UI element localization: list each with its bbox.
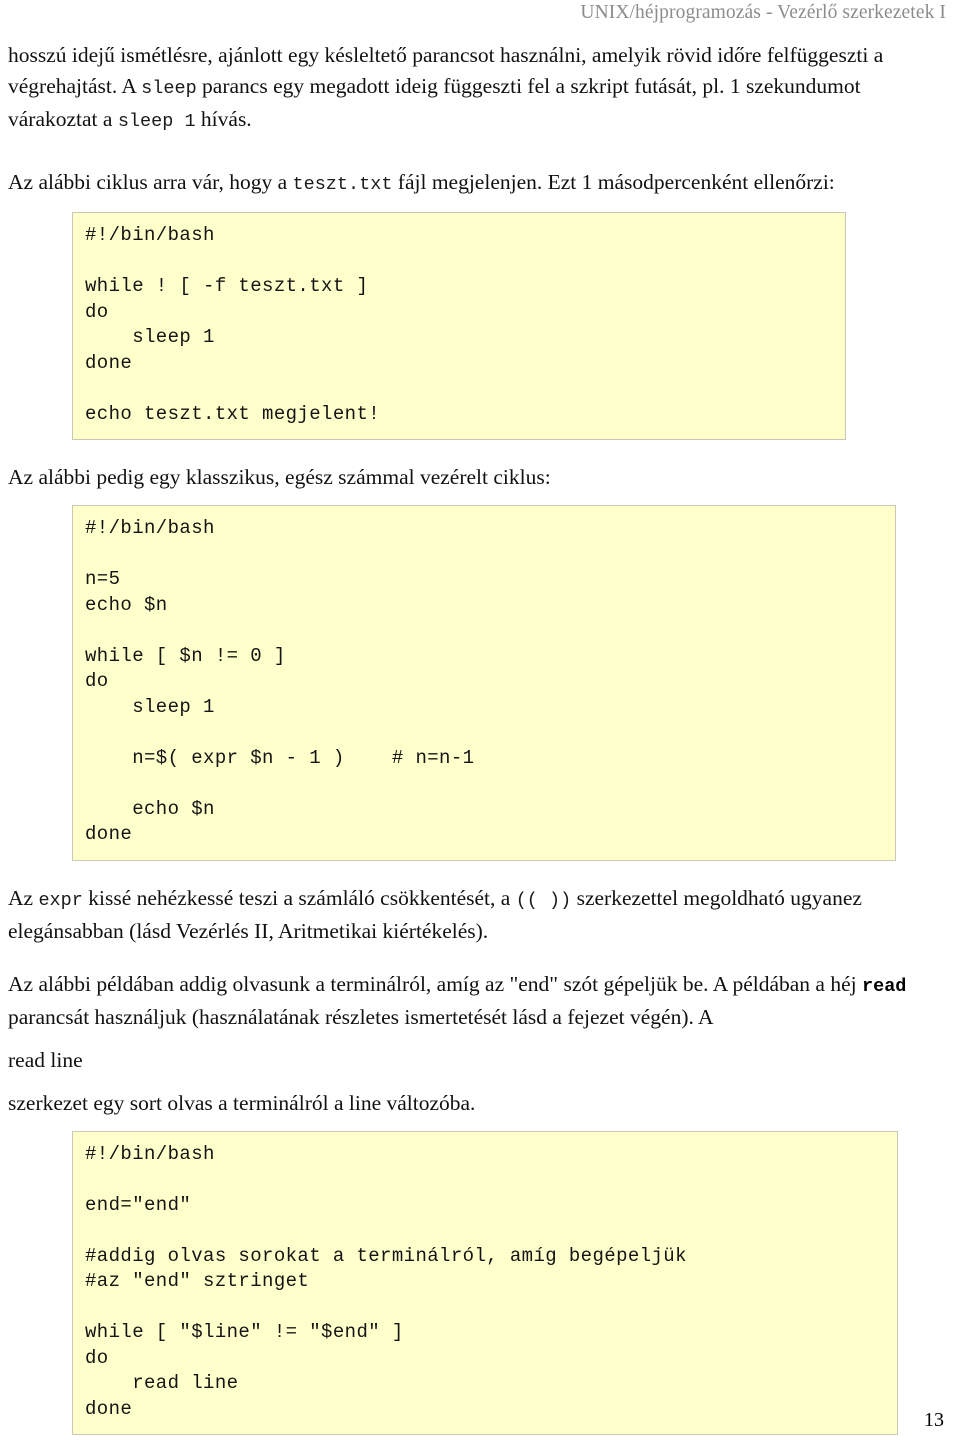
code-block-read-until-end: #!/bin/bash end="end" #addig olvas sorok… — [72, 1130, 898, 1435]
paragraph-2-part-2: fájl megjelenjen. Ezt 1 másodpercenként … — [392, 170, 835, 194]
inline-code-expr: expr — [38, 889, 83, 911]
paragraph-read-line-description: szerkezet egy sort olvas a terminálról a… — [8, 1090, 476, 1115]
inline-code-teszt-txt: teszt.txt — [292, 174, 393, 195]
paragraph-4-part-2: kissé nehézkessé teszi a számláló csökke… — [82, 885, 516, 910]
code-block-read-until-end-text: #!/bin/bash end="end" #addig olvas sorok… — [85, 1142, 687, 1420]
inline-code-double-parens: (( )) — [515, 889, 572, 911]
code-block-counter-loop-text: #!/bin/bash n=5 echo $n while [ $n != 0 … — [85, 517, 475, 845]
paragraph-read-line-syntax: read line — [8, 1047, 83, 1072]
paragraph-2-part-1: Az alábbi ciklus arra vár, hogy a — [8, 170, 293, 194]
running-header: UNIX/héjprogramozás - Vezérlő szerkezete… — [580, 2, 946, 23]
document-page: UNIX/héjprogramozás - Vezérlő szerkezete… — [0, 0, 960, 1446]
page-number: 13 — [924, 1409, 944, 1431]
code-block-wait-for-file-text: #!/bin/bash while ! [ -f teszt.txt ] do … — [85, 224, 381, 425]
paragraph-wait-for-file: Az alábbi ciklus arra vár, hogy a teszt.… — [8, 167, 952, 200]
page-content: hosszú idejű ismétlésre, ajánlott egy ké… — [8, 40, 952, 1435]
inline-code-sleep: sleep — [141, 78, 197, 99]
code-block-wait-for-file: #!/bin/bash while ! [ -f teszt.txt ] do … — [72, 212, 846, 440]
paragraph-counter-loop-intro: Az alábbi pedig egy klasszikus, egész sz… — [8, 465, 551, 489]
paragraph-5-part-2: parancsát használjuk (használatának rész… — [8, 1004, 714, 1029]
paragraph-1-part-3: hívás. — [195, 107, 252, 131]
paragraph-4-part-1: Az — [8, 885, 39, 910]
paragraph-sleep-intro: hosszú idejű ismétlésre, ajánlott egy ké… — [8, 40, 952, 137]
code-block-counter-loop: #!/bin/bash n=5 echo $n while [ $n != 0 … — [72, 505, 896, 861]
inline-code-sleep-1: sleep 1 — [117, 111, 196, 132]
paragraph-5-part-1: Az alábbi példában addig olvasunk a term… — [8, 971, 862, 996]
paragraph-read-intro: Az alábbi példában addig olvasunk a term… — [8, 969, 952, 1033]
paragraph-expr-note: Az expr kissé nehézkessé teszi a számlál… — [8, 883, 952, 947]
inline-code-read: read — [862, 975, 907, 997]
